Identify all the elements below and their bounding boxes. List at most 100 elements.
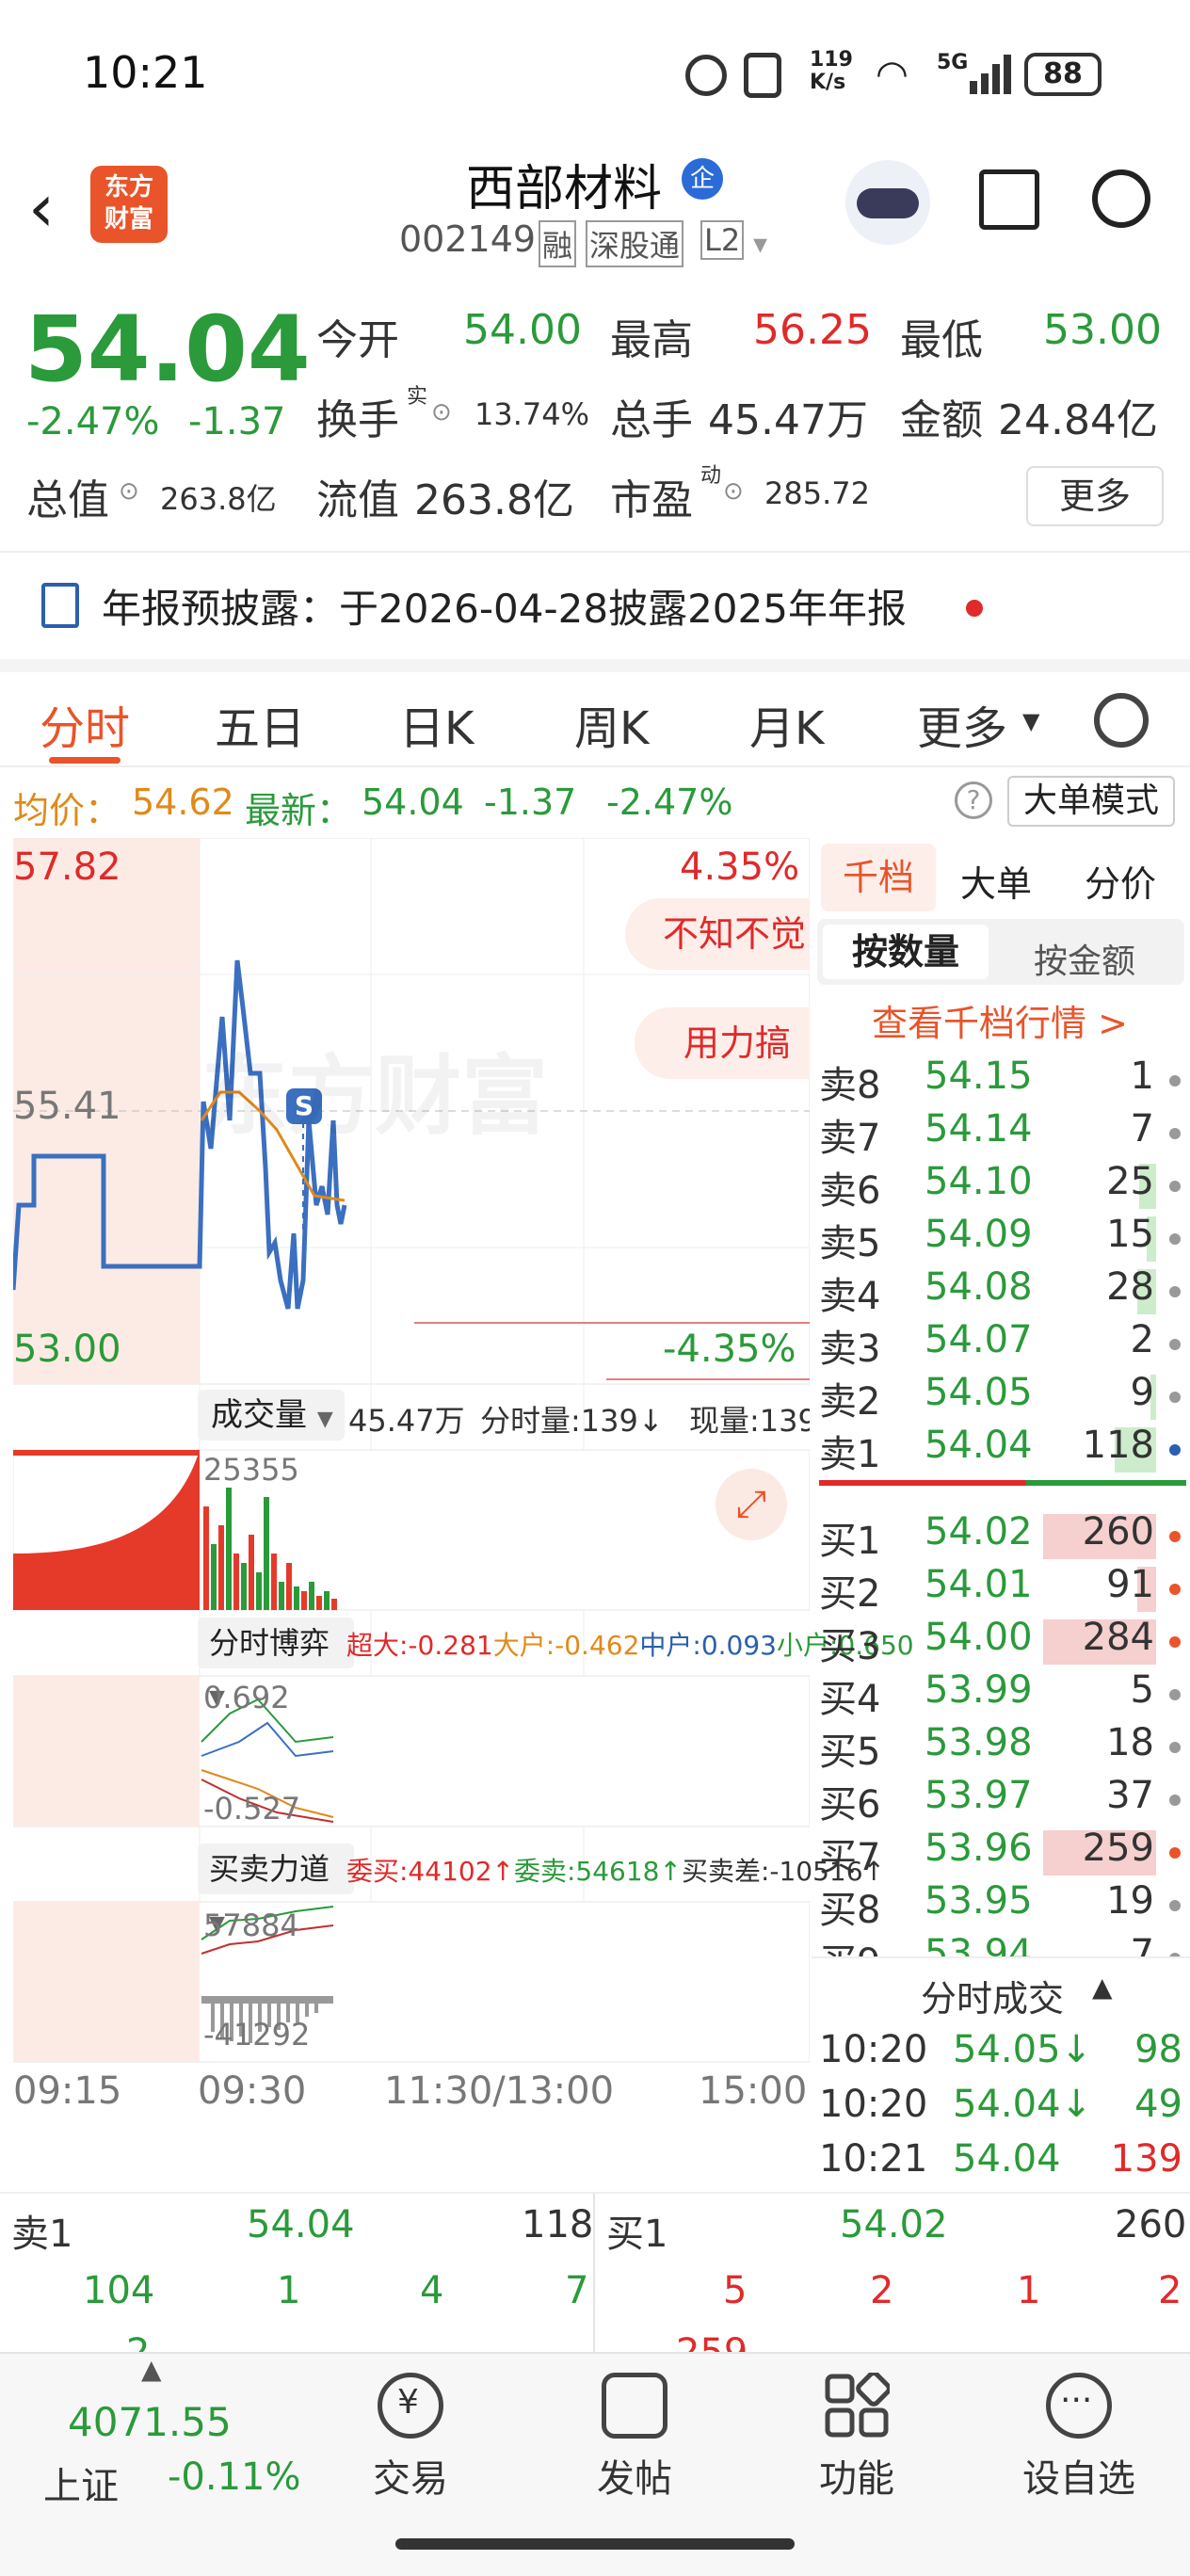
nav-post[interactable]: 发帖 xyxy=(550,2373,719,2503)
more-button[interactable]: 更多 xyxy=(1026,466,1164,526)
bid-row[interactable]: 买6 53.97 37 xyxy=(812,1774,1190,1827)
trades-title[interactable]: 分时成交 xyxy=(921,1970,1064,2021)
float-value: 263.8亿 xyxy=(414,476,574,524)
nav-trade[interactable]: ¥ 交易 xyxy=(326,2373,495,2503)
expand-icon[interactable]: ⤢ xyxy=(716,1469,787,1540)
status-bar: 10:21 119 K/s ◠ 5G 88 xyxy=(0,0,1190,141)
quote-panel: 54.04 -2.47% -1.37 今开 54.00 最高 56.25 最低 … xyxy=(0,278,1190,551)
back-icon[interactable]: ‹ xyxy=(28,169,55,247)
ai-assistant-icon[interactable] xyxy=(845,160,930,245)
change-amount: -1.37 xyxy=(188,400,286,443)
intraday-chart[interactable]: 57.82 55.41 53.00 4.35% -4.35% 不知不觉 用力搞 … xyxy=(13,838,914,2113)
queue-item: 4 xyxy=(420,2269,444,2312)
level-qty: 1 xyxy=(1130,1055,1154,1098)
bid-row[interactable]: 买8 53.95 19 xyxy=(812,1879,1190,1932)
big-order-mode-button[interactable]: 大单模式 xyxy=(1007,776,1175,827)
dropdown-icon[interactable]: ▾ xyxy=(753,228,767,261)
level-price: 54.14 xyxy=(925,1107,1033,1151)
sell1-price: 54.04 xyxy=(247,2203,355,2246)
stock-name[interactable]: 西部材料 xyxy=(466,149,662,219)
ask-row[interactable]: 卖2 54.05 9 xyxy=(812,1371,1190,1424)
trade-qty: 98 xyxy=(1134,2028,1182,2071)
tab-big-orders[interactable]: 大单 xyxy=(960,855,1032,907)
edit-icon xyxy=(602,2373,667,2439)
tab-monthly-k[interactable]: 月K xyxy=(749,691,824,757)
info-icon[interactable]: ⊙ xyxy=(431,398,452,427)
queue-item: 7 xyxy=(565,2269,589,2312)
level-qty: 18 xyxy=(1106,1721,1154,1764)
nav-watchlist[interactable]: ··· 设自选 xyxy=(994,2373,1164,2503)
nav-label: 交易 xyxy=(373,2457,448,2501)
ask-row[interactable]: 卖5 54.09 15 xyxy=(812,1213,1190,1265)
ask-row[interactable]: 卖4 54.08 28 xyxy=(812,1265,1190,1318)
tab-price-dist[interactable]: 分价 xyxy=(1085,855,1156,907)
view-levels-link[interactable]: 查看千档行情 > xyxy=(872,994,1128,1046)
order-dot xyxy=(1169,1689,1181,1700)
trades-section: 分时成交 ▲ 10:20 54.05↓ 98 10:20 54.04↓ 49 10:21 54… xyxy=(812,1956,1190,2192)
share-icon[interactable] xyxy=(979,169,1039,230)
bottom-nav: ▲ 4071.55 上证 -0.11% ¥ 交易 发帖 功能 ··· 设自选 xyxy=(0,2352,1190,2576)
help-icon[interactable]: ? xyxy=(955,781,992,819)
info-icon[interactable]: ⊙ xyxy=(723,477,744,506)
enterprise-badge: 企 xyxy=(682,158,723,200)
queue-item: 5 xyxy=(723,2269,748,2312)
gear-icon[interactable] xyxy=(1094,693,1149,748)
wifi-icon: ◠ xyxy=(876,53,909,96)
nav-features[interactable]: 功能 xyxy=(772,2371,941,2503)
bid-row[interactable]: 买2 54.01 91 xyxy=(812,1563,1190,1616)
order-dot xyxy=(1169,1339,1181,1350)
latest-label: 最新： xyxy=(245,790,353,831)
ask-row[interactable]: 卖7 54.14 7 xyxy=(812,1107,1190,1160)
search-icon[interactable] xyxy=(1092,169,1150,228)
bid-row[interactable]: 买5 53.98 18 xyxy=(812,1721,1190,1774)
tab-five-day[interactable]: 五日 xyxy=(215,691,305,757)
ask-row[interactable]: 卖3 54.07 2 xyxy=(812,1318,1190,1371)
info-icon[interactable]: ⊙ xyxy=(119,477,139,506)
tab-daily-k[interactable]: 日K xyxy=(399,691,474,757)
mktcap-value: 263.8亿 xyxy=(160,481,277,517)
trade-qty: 139 xyxy=(1110,2137,1182,2181)
high-label: 最高 xyxy=(610,316,693,364)
amount-label: 金额 xyxy=(900,396,983,444)
nav-label: 功能 xyxy=(819,2457,894,2501)
comment-bubble[interactable]: 用力搞 xyxy=(635,1007,810,1079)
queue-item: 2 xyxy=(126,2331,151,2354)
bid-row[interactable]: 买1 54.02 260 xyxy=(812,1510,1190,1563)
index-name: 上证 xyxy=(43,2465,119,2508)
volume-indicator-select[interactable]: 成交量 ▼ xyxy=(198,1390,345,1441)
queue-item: 1 xyxy=(1017,2269,1041,2312)
order-dot xyxy=(1169,1584,1181,1595)
notice-bar[interactable]: 年报预披露：于2026-04-28披露2025年年报 xyxy=(0,551,1190,659)
toggle-by-amount[interactable]: 按金额 xyxy=(1034,934,1135,983)
level-qty: 284 xyxy=(1082,1616,1154,1659)
float-label: 流值 xyxy=(316,476,399,524)
bid-row[interactable]: 买7 53.96 259 xyxy=(812,1827,1190,1879)
tab-weekly-k[interactable]: 周K xyxy=(574,691,649,757)
tab-intraday[interactable]: 分时 xyxy=(40,691,130,757)
signal-marker[interactable]: S xyxy=(286,1088,322,1124)
ask-row[interactable]: 卖8 54.15 1 xyxy=(812,1055,1190,1107)
trade-qty: 49 xyxy=(1134,2083,1182,2126)
volume-total: 45.47万 xyxy=(348,1403,465,1439)
force-indicator-select[interactable]: 买卖力道 ▼ xyxy=(198,1843,354,1936)
latest-pct: -2.47% xyxy=(606,781,733,823)
level-qty: 37 xyxy=(1106,1774,1154,1817)
bid-row[interactable]: 买3 54.00 284 xyxy=(812,1616,1190,1668)
toggle-by-quantity[interactable]: 按数量 xyxy=(823,925,989,979)
game-mid: 中户:0.093 xyxy=(639,1630,777,1661)
order-dot xyxy=(1169,1531,1181,1542)
tab-thousand-levels[interactable]: 千档 xyxy=(821,844,936,911)
pe-sup: 动 xyxy=(700,464,722,488)
ask-row[interactable]: 卖1 54.04 118 xyxy=(812,1424,1190,1476)
comment-bubble[interactable]: 不知不觉 xyxy=(625,898,810,970)
ask-row[interactable]: 卖6 54.10 25 xyxy=(812,1160,1190,1213)
game-indicator-select[interactable]: 分时博弈 ▼ xyxy=(198,1618,354,1710)
chart-top-price: 57.82 xyxy=(13,845,121,889)
index-ticker[interactable]: 4071.55 上证 -0.11% xyxy=(0,2373,339,2523)
trade-price: 54.05↓ xyxy=(953,2028,1093,2071)
tab-more[interactable]: 更多 xyxy=(917,691,1007,757)
level-name: 卖2 xyxy=(819,1380,881,1424)
time-label: 15:00 xyxy=(699,2069,808,2113)
bid-row[interactable]: 买4 53.99 5 xyxy=(812,1668,1190,1721)
collapse-icon[interactable]: ▲ xyxy=(1092,1972,1113,2003)
